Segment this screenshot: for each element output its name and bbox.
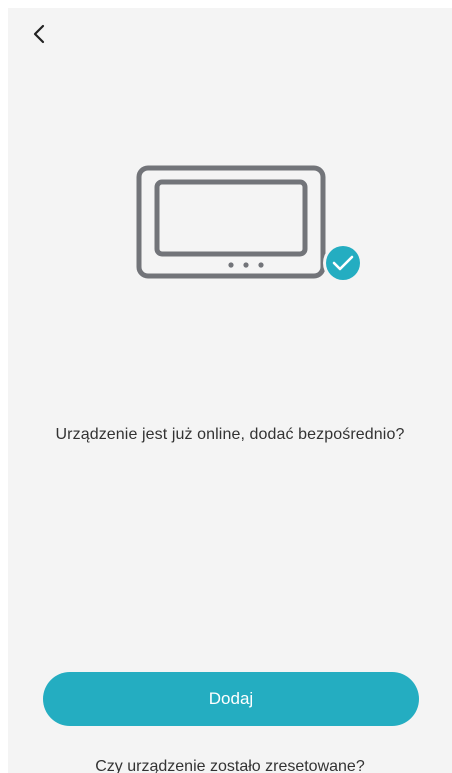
check-circle-icon (323, 243, 363, 283)
add-button[interactable]: Dodaj (43, 672, 419, 726)
screen: Urządzenie jest już online, dodać bezpoś… (8, 8, 452, 773)
chevron-left-icon (33, 24, 45, 44)
back-button[interactable] (20, 14, 60, 54)
device-online-illustration (136, 165, 363, 283)
reset-question-link[interactable]: Czy urządzenie zostało zresetowane? (8, 758, 452, 773)
online-message: Urządzenie jest już online, dodać bezpoś… (55, 426, 405, 443)
monitor-device-icon (136, 165, 326, 279)
